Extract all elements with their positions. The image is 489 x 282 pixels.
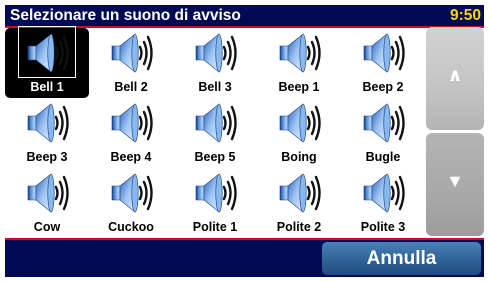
speaker-icon (363, 103, 405, 143)
sound-item[interactable]: Cow (5, 168, 89, 238)
speaker-icon (363, 33, 405, 73)
sound-item[interactable]: Polite 3 (341, 168, 425, 238)
sound-label: Boing (281, 150, 317, 164)
page-title: Selezionare un suono di avviso (10, 7, 241, 24)
sound-item[interactable]: Beep 2 (341, 28, 425, 98)
sound-item[interactable]: Beep 4 (89, 98, 173, 168)
speaker-icon (27, 103, 69, 143)
speaker-icon (195, 173, 237, 213)
sound-item[interactable]: Beep 5 (173, 98, 257, 168)
scroll-up-button[interactable]: ∧ (426, 27, 484, 130)
speaker-icon (195, 103, 237, 143)
speaker-icon (195, 33, 237, 73)
sound-label: Bell 3 (198, 80, 232, 94)
sound-label: Bell 2 (114, 80, 148, 94)
speaker-icon (111, 33, 153, 73)
sound-label: Beep 1 (278, 80, 320, 94)
clock: 9:50 (449, 7, 481, 24)
sound-item[interactable]: Cuckoo (89, 168, 173, 238)
sound-label: Beep 2 (362, 80, 404, 94)
sound-label: Polite 1 (192, 220, 238, 234)
sound-grid: Bell 1 Bell 2 Bell 3 Beep 1 Beep 2 Beep … (5, 26, 421, 238)
sound-item[interactable]: Beep 3 (5, 98, 89, 168)
speaker-icon (279, 173, 321, 213)
scroll-down-icon: ▼ (446, 171, 464, 191)
scroll-up-icon: ∧ (447, 65, 463, 85)
speaker-icon (27, 33, 69, 73)
speaker-icon (279, 103, 321, 143)
speaker-icon (111, 173, 153, 213)
sound-label: Beep 4 (110, 150, 152, 164)
sound-item[interactable]: Polite 1 (173, 168, 257, 238)
sound-item[interactable]: Bugle (341, 98, 425, 168)
sound-item[interactable]: Bell 2 (89, 28, 173, 98)
sound-item[interactable]: Polite 2 (257, 168, 341, 238)
sound-label: Bugle (365, 150, 401, 164)
scroll-down-button[interactable]: ▼ (426, 133, 484, 236)
cancel-button[interactable]: Annulla (322, 242, 481, 275)
sound-item[interactable]: Bell 1 (5, 26, 89, 98)
bottom-bar: Annulla (5, 240, 484, 277)
sound-item[interactable]: Beep 1 (257, 28, 341, 98)
sound-label: Beep 5 (194, 150, 236, 164)
title-bar: Selezionare un suono di avviso 9:50 (5, 5, 484, 26)
sound-label: Polite 3 (360, 220, 406, 234)
sound-label: Cuckoo (108, 220, 154, 234)
speaker-icon (111, 103, 153, 143)
speaker-icon (27, 173, 69, 213)
sound-item[interactable]: Bell 3 (173, 28, 257, 98)
sound-label: Cow (33, 220, 61, 234)
sound-label: Bell 1 (30, 80, 64, 94)
sound-label: Beep 3 (26, 150, 68, 164)
speaker-icon (363, 173, 405, 213)
speaker-icon (279, 33, 321, 73)
sound-item[interactable]: Boing (257, 98, 341, 168)
sound-label: Polite 2 (276, 220, 322, 234)
screen: Selezionare un suono di avviso 9:50 Bell… (0, 0, 489, 282)
